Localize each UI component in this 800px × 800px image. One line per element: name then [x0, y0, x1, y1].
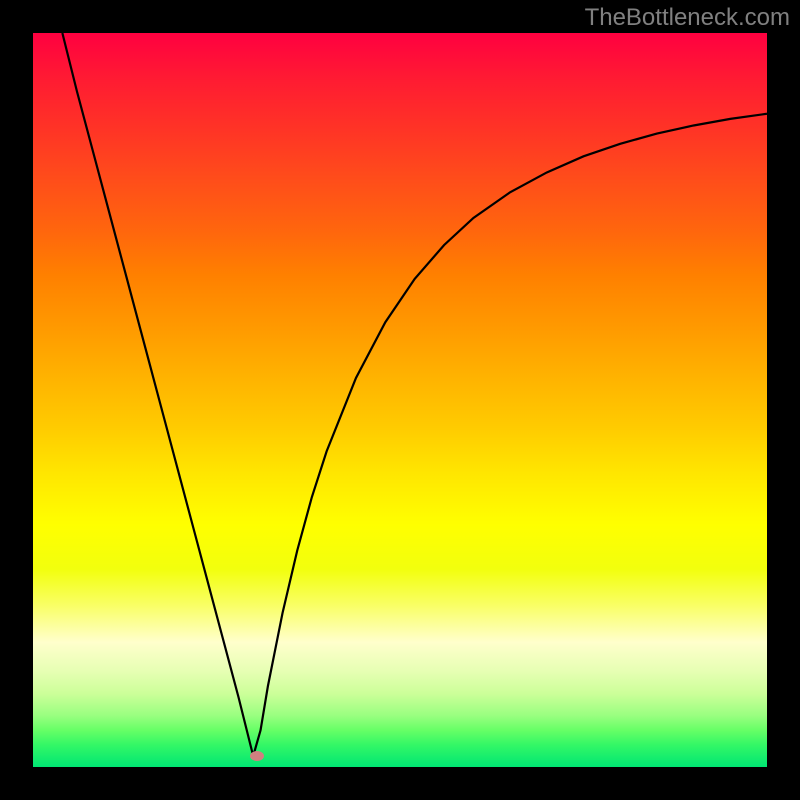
watermark-text: TheBottleneck.com [585, 4, 790, 32]
bottleneck-curve [62, 33, 767, 756]
minimum-marker [250, 751, 264, 761]
plot-area [33, 33, 767, 767]
curve-svg [33, 33, 767, 767]
chart-container: TheBottleneck.com [0, 0, 800, 800]
